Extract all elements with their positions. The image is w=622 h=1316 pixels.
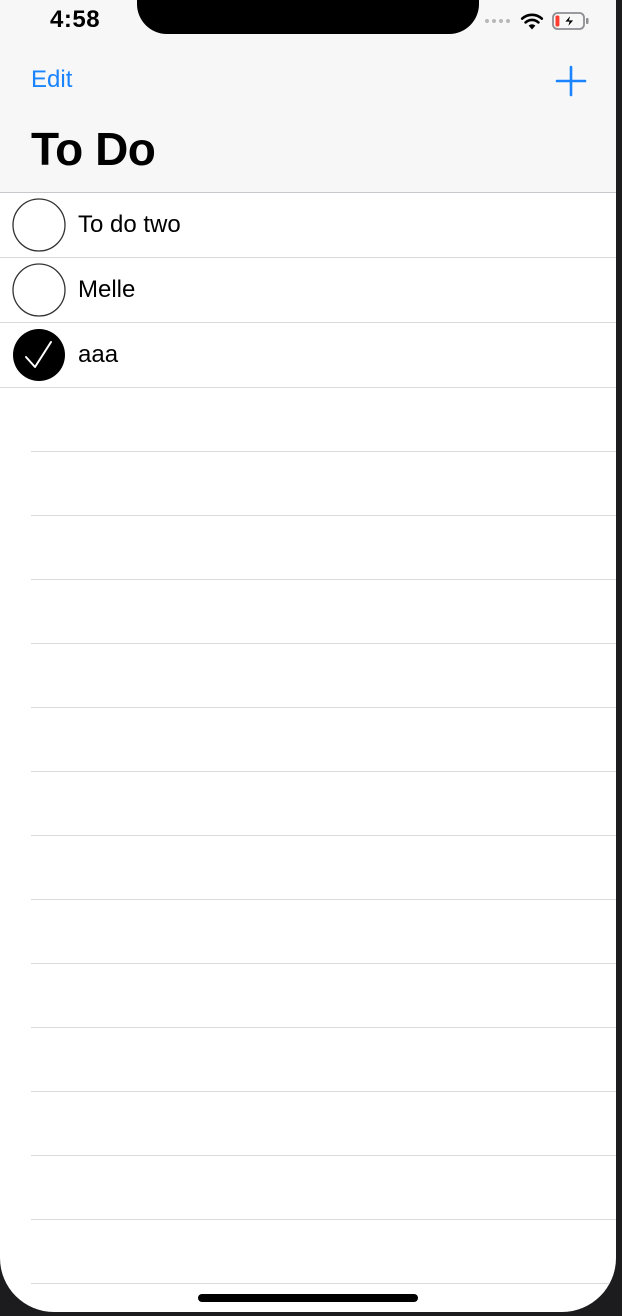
- device-notch: [137, 0, 479, 34]
- checked-circle-icon[interactable]: [12, 328, 66, 382]
- empty-row: [0, 452, 616, 516]
- empty-row: [0, 964, 616, 1028]
- todo-list: To do two Melle aaa: [0, 193, 616, 1284]
- home-indicator[interactable]: [198, 1294, 418, 1302]
- status-time: 4:58: [50, 6, 101, 33]
- list-item[interactable]: Melle: [0, 258, 616, 323]
- signal-dots-icon: [485, 19, 510, 23]
- status-icons: [485, 10, 590, 32]
- empty-row: [0, 836, 616, 900]
- plus-icon[interactable]: [554, 64, 588, 98]
- wifi-icon: [520, 13, 544, 30]
- empty-row: [0, 1092, 616, 1156]
- list-item[interactable]: aaa: [0, 323, 616, 388]
- empty-row: [0, 1156, 616, 1220]
- list-item-label: To do two: [78, 211, 181, 238]
- empty-row: [0, 1220, 616, 1284]
- empty-row: [0, 772, 616, 836]
- list-item-label: Melle: [78, 276, 136, 303]
- empty-row: [0, 644, 616, 708]
- navigation-bar: Edit To Do: [0, 46, 616, 193]
- empty-circle-icon[interactable]: [12, 198, 66, 252]
- page-title: To Do: [31, 123, 156, 175]
- status-bar: 4:58: [0, 0, 616, 46]
- empty-row: [0, 580, 616, 644]
- list-item[interactable]: To do two: [0, 193, 616, 258]
- empty-row: [0, 900, 616, 964]
- app-screen: 4:58 Edit To Do To do two Melle aaa: [0, 0, 616, 1312]
- empty-row: [0, 516, 616, 580]
- edit-button[interactable]: Edit: [31, 66, 72, 94]
- empty-row: [0, 708, 616, 772]
- empty-circle-icon[interactable]: [12, 263, 66, 317]
- empty-row: [0, 388, 616, 452]
- empty-row: [0, 1028, 616, 1092]
- battery-charging-icon: [552, 12, 589, 30]
- list-item-label: aaa: [78, 341, 119, 368]
